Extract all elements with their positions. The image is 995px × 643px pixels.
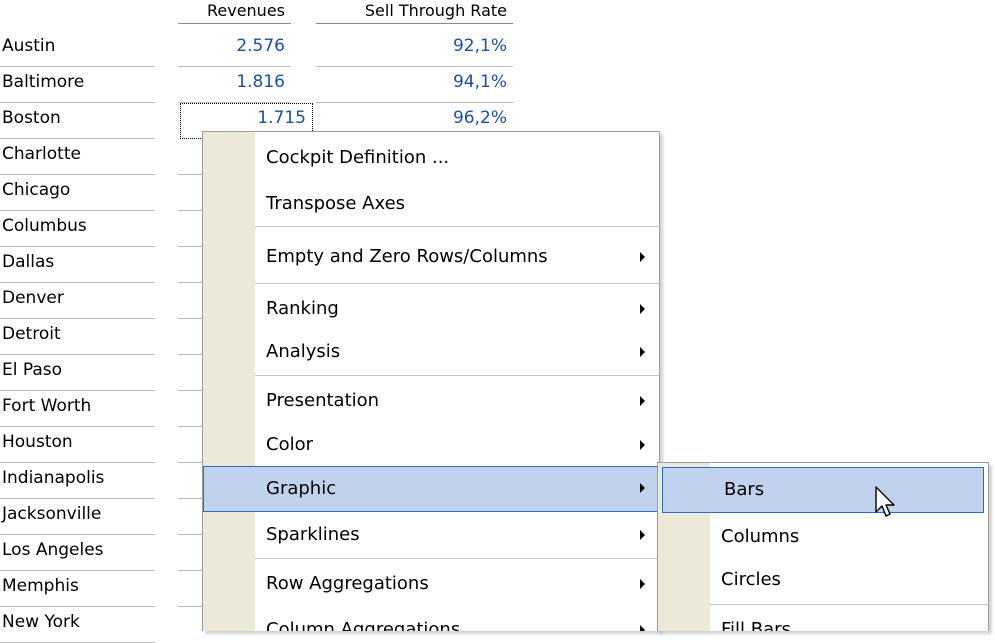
grid-line xyxy=(178,246,203,247)
submenu-arrow-icon xyxy=(640,483,645,493)
menu-item-empty-zero-rows-columns[interactable]: Empty and Zero Rows/Columns xyxy=(203,235,659,281)
submenu-arrow-icon xyxy=(640,347,645,357)
grid-line xyxy=(178,174,203,175)
cell-revenues-austin[interactable]: 2.576 xyxy=(178,31,291,67)
grid-line xyxy=(178,354,203,355)
graphic-submenu: Bars Columns Circles Fill Bars xyxy=(657,462,989,631)
submenu-arrow-icon xyxy=(640,304,645,314)
menu-separator xyxy=(710,604,988,605)
grid-line xyxy=(178,282,203,283)
submenu-item-label: Fill Bars xyxy=(721,619,791,631)
context-menu: Cockpit Definition ... Transpose Axes Em… xyxy=(202,131,660,631)
submenu-arrow-icon xyxy=(640,625,645,631)
row-label-denver[interactable]: Denver xyxy=(0,283,155,319)
row-label-charlotte[interactable]: Charlotte xyxy=(0,139,155,175)
menu-item-label: Presentation xyxy=(266,390,380,411)
menu-separator xyxy=(255,558,659,559)
menu-item-presentation[interactable]: Presentation xyxy=(203,379,659,425)
grid-line xyxy=(178,210,203,211)
grid-line xyxy=(178,462,203,463)
cell-sell-through-austin[interactable]: 92,1% xyxy=(316,31,513,67)
menu-item-label: Transpose Axes xyxy=(266,193,406,214)
grid-line xyxy=(178,606,203,607)
menu-item-analysis[interactable]: Analysis xyxy=(203,330,659,376)
menu-item-label: Column Aggregations xyxy=(266,619,461,631)
submenu-item-columns[interactable]: Columns xyxy=(658,515,988,561)
menu-separator xyxy=(255,375,659,376)
row-label-columbus[interactable]: Columbus xyxy=(0,211,155,247)
row-label-new-york[interactable]: New York xyxy=(0,607,155,643)
menu-item-graphic[interactable]: Graphic xyxy=(203,466,659,512)
menu-item-label: Row Aggregations xyxy=(266,573,429,594)
column-header-sell-through-rate[interactable]: Sell Through Rate xyxy=(316,0,513,24)
row-label-fort-worth[interactable]: Fort Worth xyxy=(0,391,155,427)
menu-item-label: Empty and Zero Rows/Columns xyxy=(266,246,548,267)
cell-sell-through-baltimore[interactable]: 94,1% xyxy=(316,67,513,103)
menu-item-column-aggregations[interactable]: Column Aggregations xyxy=(203,608,659,631)
submenu-arrow-icon xyxy=(640,530,645,540)
submenu-item-circles[interactable]: Circles xyxy=(658,558,988,604)
column-header-revenues[interactable]: Revenues xyxy=(178,0,291,24)
menu-item-label: Color xyxy=(266,434,313,455)
grid-line xyxy=(178,534,203,535)
menu-item-ranking[interactable]: Ranking xyxy=(203,287,659,333)
menu-separator xyxy=(255,283,659,284)
menu-item-label: Sparklines xyxy=(266,524,360,545)
row-label-dallas[interactable]: Dallas xyxy=(0,247,155,283)
submenu-item-label: Circles xyxy=(721,569,781,590)
submenu-item-bars[interactable]: Bars xyxy=(662,467,984,513)
submenu-item-fill-bars[interactable]: Fill Bars xyxy=(658,608,988,631)
submenu-arrow-icon xyxy=(640,252,645,262)
row-label-detroit[interactable]: Detroit xyxy=(0,319,155,355)
submenu-arrow-icon xyxy=(640,579,645,589)
menu-item-cockpit-definition[interactable]: Cockpit Definition ... xyxy=(203,136,659,182)
menu-separator xyxy=(255,226,659,227)
arrow-pointer-icon xyxy=(875,486,895,517)
menu-item-label: Analysis xyxy=(266,341,341,362)
grid-line xyxy=(178,390,203,391)
row-label-el-paso[interactable]: El Paso xyxy=(0,355,155,391)
menu-item-color[interactable]: Color xyxy=(203,423,659,469)
menu-item-label: Cockpit Definition ... xyxy=(266,147,450,168)
row-label-houston[interactable]: Houston xyxy=(0,427,155,463)
submenu-arrow-icon xyxy=(640,440,645,450)
menu-item-label: Ranking xyxy=(266,298,339,319)
row-label-baltimore[interactable]: Baltimore xyxy=(0,67,155,103)
grid-line xyxy=(178,318,203,319)
grid-line xyxy=(178,426,203,427)
row-label-austin[interactable]: Austin xyxy=(0,31,155,67)
menu-item-row-aggregations[interactable]: Row Aggregations xyxy=(203,562,659,608)
menu-item-transpose-axes[interactable]: Transpose Axes xyxy=(203,182,659,228)
cell-revenues-baltimore[interactable]: 1.816 xyxy=(178,67,291,103)
menu-item-sparklines[interactable]: Sparklines xyxy=(203,513,659,559)
submenu-item-label: Columns xyxy=(721,526,800,547)
row-label-boston[interactable]: Boston xyxy=(0,103,155,139)
menu-item-label: Graphic xyxy=(266,478,337,499)
submenu-item-label: Bars xyxy=(724,479,765,500)
row-label-los-angeles[interactable]: Los Angeles xyxy=(0,535,155,571)
row-label-indianapolis[interactable]: Indianapolis xyxy=(0,463,155,499)
row-label-jacksonville[interactable]: Jacksonville xyxy=(0,499,155,535)
row-label-memphis[interactable]: Memphis xyxy=(0,571,155,607)
grid-line xyxy=(178,498,203,499)
submenu-arrow-icon xyxy=(640,396,645,406)
grid-line xyxy=(178,570,203,571)
row-label-chicago[interactable]: Chicago xyxy=(0,175,155,211)
